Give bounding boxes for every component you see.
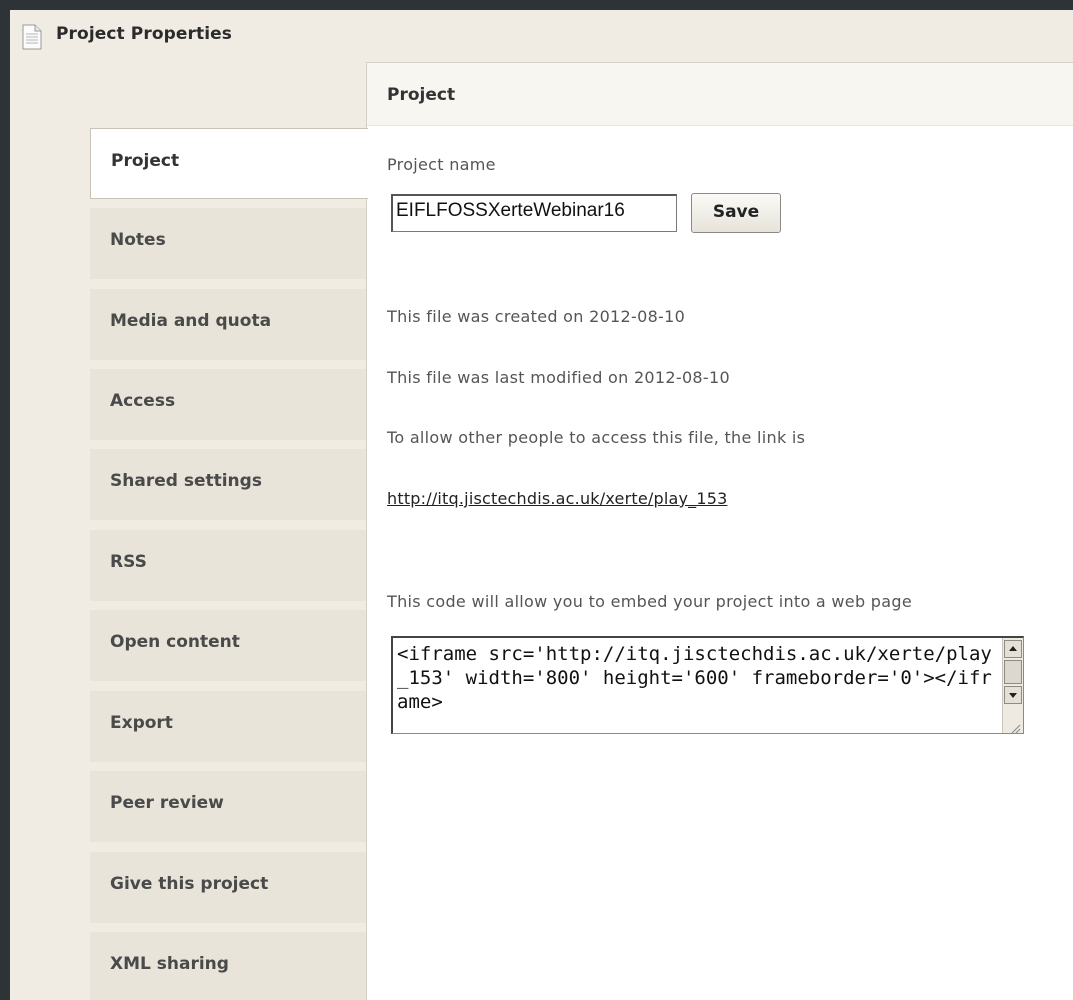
embed-description: This code will allow you to embed your p… (387, 592, 912, 611)
arrow-up-icon (1009, 646, 1017, 651)
tab-label: Shared settings (110, 471, 262, 491)
document-icon (22, 24, 42, 50)
tab-project[interactable]: Project (90, 128, 368, 199)
tab-label: Open content (110, 632, 240, 652)
tab-label: Export (110, 713, 173, 733)
embed-code-text: <iframe src='http://itq.jisctechdis.ac.u… (397, 643, 992, 713)
project-name-input[interactable]: EIFLFOSSXerteWebinar16 (391, 194, 677, 232)
modified-date-text: This file was last modified on 2012-08-1… (387, 368, 730, 387)
tab-xml-sharing[interactable]: XML sharing (90, 932, 367, 1000)
save-button[interactable]: Save (691, 193, 781, 233)
tab-peer-review[interactable]: Peer review (90, 771, 367, 842)
project-properties-window: Project Properties Project Notes Media a… (10, 10, 1073, 1000)
tab-access[interactable]: Access (90, 369, 367, 440)
window-title: Project Properties (56, 24, 233, 44)
access-link-description: To allow other people to access this fil… (387, 428, 806, 447)
tab-rss[interactable]: RSS (90, 530, 367, 601)
tab-give-this-project[interactable]: Give this project (90, 852, 367, 923)
scroll-thumb[interactable] (1004, 660, 1022, 684)
tab-label: Media and quota (110, 311, 272, 331)
tab-label: RSS (110, 552, 147, 572)
panel-title: Project (387, 85, 456, 105)
project-name-label: Project name (387, 155, 496, 174)
tab-label: Access (110, 391, 176, 411)
tab-label: Notes (110, 230, 166, 250)
tab-label: Give this project (110, 874, 269, 894)
tab-label: Peer review (110, 793, 224, 813)
title-bar: Project Properties (10, 10, 1073, 60)
created-date-text: This file was created on 2012-08-10 (387, 307, 686, 326)
project-play-link[interactable]: http://itq.jisctechdis.ac.uk/xerte/play_… (387, 489, 727, 508)
tab-media-and-quota[interactable]: Media and quota (90, 289, 367, 360)
resize-grip-icon[interactable] (1009, 719, 1021, 733)
tab-open-content[interactable]: Open content (90, 610, 367, 681)
scroll-down-button[interactable] (1004, 686, 1022, 704)
tab-label: XML sharing (110, 954, 229, 974)
tab-shared-settings[interactable]: Shared settings (90, 449, 367, 520)
embed-code-textarea[interactable]: <iframe src='http://itq.jisctechdis.ac.u… (391, 636, 1024, 734)
project-panel: Project Project name EIFLFOSSXerteWebina… (366, 62, 1073, 1000)
arrow-down-icon (1009, 693, 1017, 698)
tab-label: Project (111, 151, 180, 171)
panel-header: Project (367, 63, 1073, 126)
tab-notes[interactable]: Notes (90, 208, 367, 279)
tab-export[interactable]: Export (90, 691, 367, 762)
scroll-up-button[interactable] (1004, 640, 1022, 658)
